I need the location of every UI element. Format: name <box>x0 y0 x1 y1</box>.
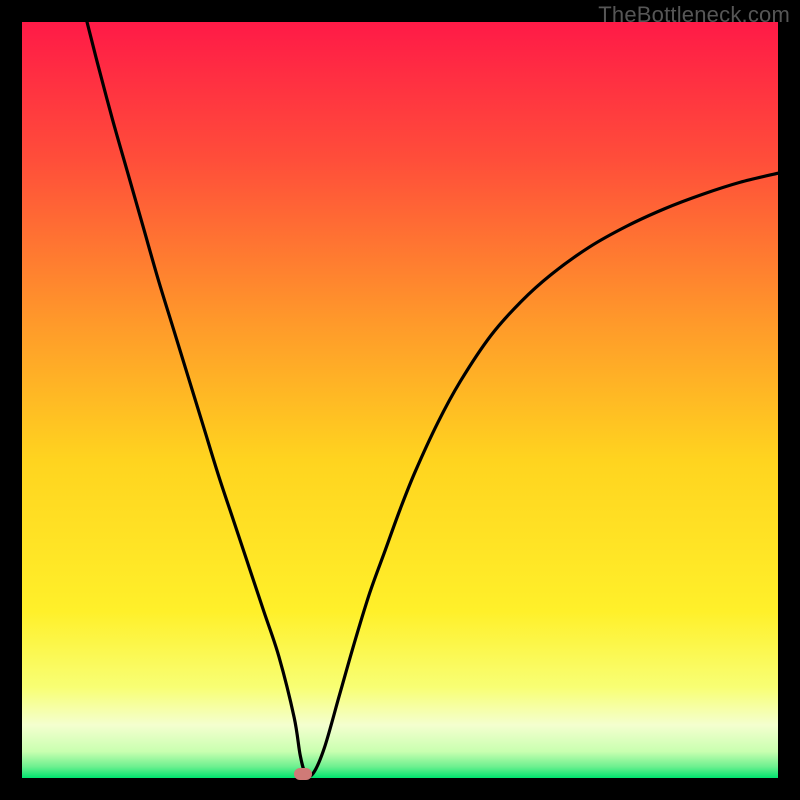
gradient-background <box>22 22 778 778</box>
minimum-marker <box>294 768 312 780</box>
watermark-text: TheBottleneck.com <box>598 2 790 28</box>
chart-frame <box>22 22 778 778</box>
bottleneck-chart <box>22 22 778 778</box>
